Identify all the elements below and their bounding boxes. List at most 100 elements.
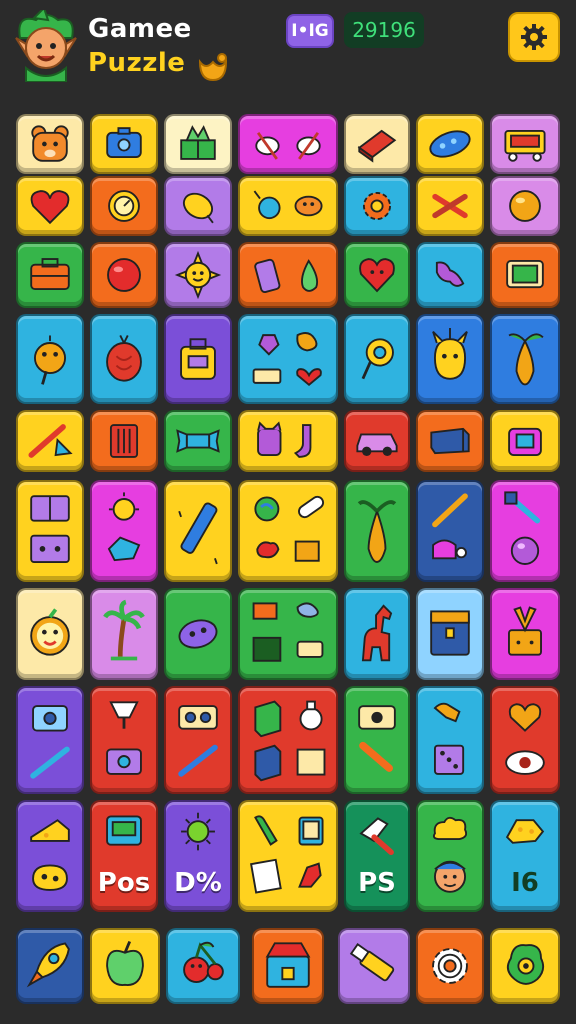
tile-penciltoy[interactable] [416,480,484,582]
red-seed-icon [106,335,142,382]
tile-seed[interactable] [90,314,158,404]
tile-camerastick[interactable] [344,686,410,794]
tile-cheese[interactable] [16,800,84,912]
tile-cloudface[interactable] [416,800,484,912]
dog-dice-icon [433,702,465,775]
tile-hook[interactable] [344,314,410,404]
tile-gluestick[interactable] [338,928,410,1004]
tile-boxtrophy[interactable] [238,686,338,794]
tile-bear[interactable] [16,114,84,174]
tile-gift[interactable] [164,114,232,174]
tile-lemon[interactable] [164,176,232,236]
tile-knifecard[interactable] [238,800,338,912]
crossed-bones-icon [432,193,468,219]
tile-radiopen[interactable] [164,686,232,794]
camera-icon [106,127,142,158]
tile-camera[interactable] [90,114,158,174]
tile-lampcamera[interactable] [90,686,158,794]
tile-sun[interactable] [164,242,232,308]
tile-globepill[interactable] [238,480,338,582]
tile-pear[interactable] [490,314,560,404]
tile-pinkbone[interactable] [416,242,484,308]
tile-phonepear[interactable] [238,242,338,308]
tile-peartree[interactable] [344,480,410,582]
tile-stone[interactable] [164,588,232,680]
pencil-toy-icon [432,493,468,560]
gear-clock-icon [108,190,140,222]
gift-box-icon [180,125,216,160]
tile-apple[interactable] [90,928,160,1004]
tile-lemonface[interactable] [16,588,84,680]
tile-bean[interactable] [416,114,484,174]
tile-gearclock[interactable] [90,176,158,236]
tile-eraser[interactable] [344,114,410,174]
game-console-icon [504,130,546,162]
blue-chest-icon [430,610,470,656]
tile-toychest[interactable] [252,928,324,1004]
dart-pair-icon [255,131,321,160]
tile-hearteye[interactable] [490,686,560,794]
tile-purplebag[interactable] [164,314,232,404]
tile-pinkcamera[interactable] [490,410,560,472]
tile-crate[interactable] [416,410,484,472]
tile-fish[interactable] [238,176,338,236]
pink-bone-icon [435,261,465,287]
globe-pill-icon [254,495,325,562]
tile-tv[interactable] [490,242,560,308]
heart-eye-icon [505,703,545,775]
tile-orangegear[interactable] [344,176,410,236]
yellow-creature-icon [432,327,468,380]
heart-icon [30,190,70,225]
tile-wrapper[interactable] [164,410,232,472]
lemon-icon [182,192,214,224]
green-bug-icon [506,944,545,985]
tile-horse[interactable] [344,588,410,680]
tile-ps[interactable]: PS [344,800,410,912]
rocket-icon [26,942,70,988]
tile-hammerorb[interactable] [490,480,560,582]
tile-camerapen[interactable] [16,686,84,794]
tile-car[interactable] [344,410,410,472]
purple-bag-icon [180,338,216,380]
tile-cherries[interactable] [166,928,240,1004]
radio-pen-icon [178,705,218,777]
tile-dpct[interactable]: D% [164,800,232,912]
tile-pos[interactable]: Pos [90,800,158,912]
tile-redball[interactable] [90,242,158,308]
tile-flashlight[interactable] [164,480,232,582]
knife-card-icon [250,815,324,894]
tile-crayons[interactable] [16,410,84,472]
red-cherries-icon [183,941,224,984]
tile-ig[interactable]: I6 [490,800,560,912]
tile-palm[interactable] [90,588,158,680]
tile-greenbug[interactable] [490,928,560,1004]
tile-rocket[interactable] [16,928,84,1004]
tile-heartface[interactable] [344,242,410,308]
palm-tree-icon [103,599,145,661]
tile-console[interactable] [490,114,560,174]
toy-chest-icon [265,942,311,988]
tile-suitcase[interactable] [16,242,84,308]
tile-flowerbox[interactable] [490,588,560,680]
tile-heart[interactable] [16,176,84,236]
tile-bones[interactable] [416,176,484,236]
tile-label-dpct: D% [174,868,222,898]
tile-creature[interactable] [416,314,484,404]
tile-chest[interactable] [416,588,484,680]
tile-dogdice[interactable] [416,686,484,794]
tile-whitegear[interactable] [416,928,484,1004]
tile-bird[interactable] [16,314,84,404]
cheese-icon [30,819,70,891]
tile-mixed[interactable] [238,314,338,404]
tile-label-ps: PS [358,868,396,898]
tile-drawers[interactable] [16,480,84,582]
tile-catsock[interactable] [238,410,338,472]
tile-sunbubble[interactable] [90,480,158,582]
sun-bubble-icon [107,492,141,562]
orange-bird-icon [34,335,66,385]
tile-redbox[interactable] [90,410,158,472]
blue-bean-icon [429,130,471,158]
tile-orangeball[interactable] [490,176,560,236]
tile-frames[interactable] [238,588,338,680]
tile-darts[interactable] [238,114,338,174]
